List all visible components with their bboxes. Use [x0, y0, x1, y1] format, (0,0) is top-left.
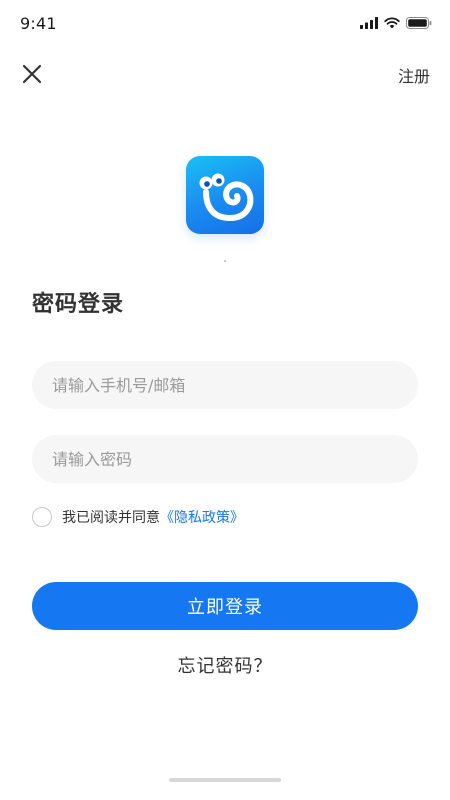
page-title: 密码登录 [32, 292, 125, 317]
password-input[interactable] [52, 449, 418, 469]
agreement-row: 我已阅读并同意《隐私政策》 [32, 506, 244, 528]
battery-icon [406, 17, 432, 29]
agree-checkbox[interactable] [32, 507, 52, 527]
privacy-policy-link[interactable]: 《隐私政策》 [160, 510, 244, 526]
password-field[interactable] [32, 435, 418, 483]
close-button[interactable] [18, 60, 46, 88]
phone-email-field[interactable] [32, 361, 418, 409]
login-button[interactable]: 立即登录 [32, 582, 418, 630]
decorative-dot [224, 260, 226, 262]
status-icons [360, 16, 432, 30]
close-icon [22, 64, 42, 84]
snail-logo-icon [199, 173, 254, 221]
phone-email-input[interactable] [52, 375, 418, 395]
agree-text: 我已阅读并同意 [62, 510, 160, 526]
signal-icon [360, 17, 378, 29]
forgot-password-link[interactable]: 忘记密码？ [0, 652, 450, 678]
home-indicator [169, 778, 281, 782]
status-bar: 9:41 [0, 0, 450, 46]
register-link[interactable]: 注册 [398, 63, 430, 87]
status-time: 9:41 [20, 14, 57, 33]
wifi-icon [384, 17, 400, 29]
app-logo [186, 156, 264, 234]
